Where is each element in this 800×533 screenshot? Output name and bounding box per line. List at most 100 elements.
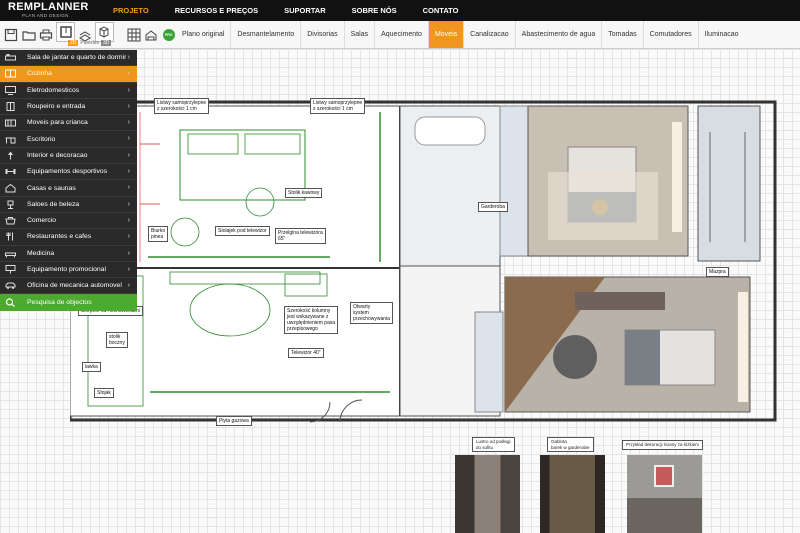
print-icon[interactable] [39,27,53,43]
reference-photo-lustro[interactable] [455,455,520,533]
sidebar-item-equipamento-promocional[interactable]: Equipamento promocional › [0,262,137,279]
reference-photo-gablota[interactable] [540,455,605,533]
plan-label-biurko[interactable]: Biurko pinea [148,226,169,242]
chevron-right-icon: › [127,184,130,192]
pro-badge-label: PRO [164,32,173,37]
sidebar-item-label: Equipamentos desportivos [27,168,108,176]
lamp-icon [4,150,17,160]
sidebar-item-interior[interactable]: Interior e decoracao › [0,148,137,165]
logo[interactable]: REMPLANNER PLAN AND DESIGN [0,0,92,21]
tab-divisorias[interactable]: Divisorias [300,21,343,48]
sidebar-item-label: Moveis para crianca [27,119,88,127]
reference-label-przyklad: Przykład dekoracji ściany za łóżkiem [622,440,704,450]
kitchen-icon [4,69,17,79]
plan-label-stolajek[interactable]: Stolajek pod telewizor [215,226,270,236]
sidebar-item-medicina[interactable]: Medicina › [0,246,137,262]
sidebar-item-label: Restaurantes e cafes [27,233,92,241]
object-search-label: Pesquisa de objectos [27,299,92,307]
reference-photo-przyklad[interactable] [627,455,702,533]
plan-label-stojak[interactable]: Stojak [94,388,114,398]
sidebar-item-label: Interior e decoracao [27,151,88,159]
reference-label-lustro: Lustro od podłogi do sufitu [472,437,515,452]
grid-icon[interactable] [127,27,141,43]
sidebar-item-roupeiro[interactable]: Roupeiro e entrada › [0,99,137,116]
tab-moveis[interactable]: Moveis [427,21,464,48]
plan-label-listwy-1[interactable]: Listwy samoprzylepne z szerokości 1 cm [154,98,210,114]
plan-label-listwy-2[interactable]: Listwy samoprzylepne z szerokości 1 cm [310,98,366,114]
sidebar-item-equipamentos-desportivos[interactable]: Equipamentos desportivos › [0,164,137,181]
sidebar-item-sala-jantar[interactable]: Sala de jantar e quarto de dormir › [0,50,137,67]
chevron-right-icon: › [127,216,130,224]
cutlery-icon [4,232,17,242]
dumbbell-icon [4,167,17,177]
category-tabs: Plano original Desmantelamento Divisoria… [176,21,800,48]
sidebar-item-moveis-crianca[interactable]: Moveis para crianca › [0,115,137,132]
tab-desmantelamento[interactable]: Desmantelamento [230,21,300,48]
medical-bed-icon [4,248,17,258]
floor-plan-drawing [68,100,777,423]
sidebar-item-label: Saloes de beleza [27,200,80,208]
chevron-right-icon: › [127,265,130,273]
wardrobe-icon [4,102,17,112]
plan-label-szerokosc[interactable]: Szerokość kolumny jest wskazywane z uwzglę… [284,306,339,334]
sidebar-item-escritorio[interactable]: Escritorio › [0,131,137,148]
save-icon[interactable] [4,27,18,43]
tab-plano-original[interactable]: Plano original [176,21,230,48]
sidebar-item-label: Oficina de mecanica automovel [27,282,122,290]
object-search-button[interactable]: Pesquisa de objectos [0,294,137,311]
salon-chair-icon [4,199,17,209]
chevron-right-icon: › [127,102,130,110]
toolbar: PRO 2D Paredes 3D Plano original Desmant… [0,21,800,49]
sidebar-item-label: Casas e saunas [27,184,76,192]
sidebar-item-label: Medicina [27,249,55,257]
view-2d-button[interactable]: 2D [68,40,79,46]
tab-tomadas[interactable]: Tomadas [601,21,642,48]
nav-contato[interactable]: CONTATO [410,0,472,21]
nav-suportar[interactable]: SUPORTAR [271,0,339,21]
sidebar-item-casas-saunas[interactable]: Casas e saunas › [0,180,137,197]
plan-label-otwarty[interactable]: Otwarty system przechowywania [350,302,393,324]
sidebar-item-label: Eletrodomesticos [27,86,80,94]
tab-salas[interactable]: Salas [343,21,375,48]
sidebar-item-cozinha[interactable]: Cozinha › [0,66,137,83]
plan-label-plyta-gazowa[interactable]: Płyta gazowa [216,416,252,426]
chevron-right-icon: › [127,54,130,61]
walls-3d-icon[interactable] [95,21,114,42]
plan-label-stolik[interactable]: Stolik kawowy [285,188,323,198]
sidebar-item-restaurantes[interactable]: Restaurantes e cafes › [0,229,137,246]
sidebar-item-eletrodomesticos[interactable]: Eletrodomesticos › [0,83,137,99]
floor-plan[interactable]: Listwy samoprzylepne z szerokości 1 cm Li… [68,92,780,442]
view-toggle-label: Paredes [80,40,100,46]
pro-badge-icon[interactable]: PRO [162,27,176,43]
house-icon[interactable] [144,27,158,43]
chevron-right-icon: › [127,282,130,290]
plan-label-stolik-boczny[interactable]: stolik boczny [106,332,128,348]
tab-canalizacao[interactable]: Canalizacao [463,21,515,48]
sidebar-item-comercio[interactable]: Comercio › [0,213,137,230]
tab-iluminacao[interactable]: Iluminacao [697,21,745,48]
plan-label-garderoba[interactable]: Garderoba [478,202,508,212]
crib-icon [4,118,17,128]
sidebar-item-saloes-beleza[interactable]: Saloes de beleza › [0,197,137,213]
tab-abastecimento[interactable]: Abastecimento de agua [514,21,602,48]
plan-label-mazpra[interactable]: Mazpra [706,267,729,277]
view-3d-button[interactable]: 3D [101,40,112,46]
nav-recursos[interactable]: RECURSOS E PREÇOS [162,0,271,21]
nav-sobre[interactable]: SOBRE NÓS [339,0,410,21]
reference-label-gablota: Gablota barek w garderobie [547,437,594,452]
chevron-right-icon: › [127,200,130,208]
open-file-icon[interactable] [21,27,36,43]
shop-icon [4,216,17,226]
plan-label-przelgina[interactable]: Przelgina telewizora 65" [275,228,326,244]
sidebar-item-label: Cozinha [27,70,52,78]
chevron-right-icon: › [127,249,130,257]
sidebar-item-oficina[interactable]: Oficina de mecanica automovel › [0,278,137,295]
tab-aquecimento[interactable]: Aquecimento [374,21,428,48]
plan-label-telewizor[interactable]: Telewizor 40" [288,348,324,358]
plan-label-lawka[interactable]: lawka [82,362,101,372]
tab-comutadores[interactable]: Comutadores [642,21,698,48]
walls-2d-icon[interactable] [56,21,75,42]
chevron-right-icon: › [127,119,130,127]
chevron-right-icon: › [127,151,130,159]
nav-projeto[interactable]: PROJETO [100,0,162,21]
